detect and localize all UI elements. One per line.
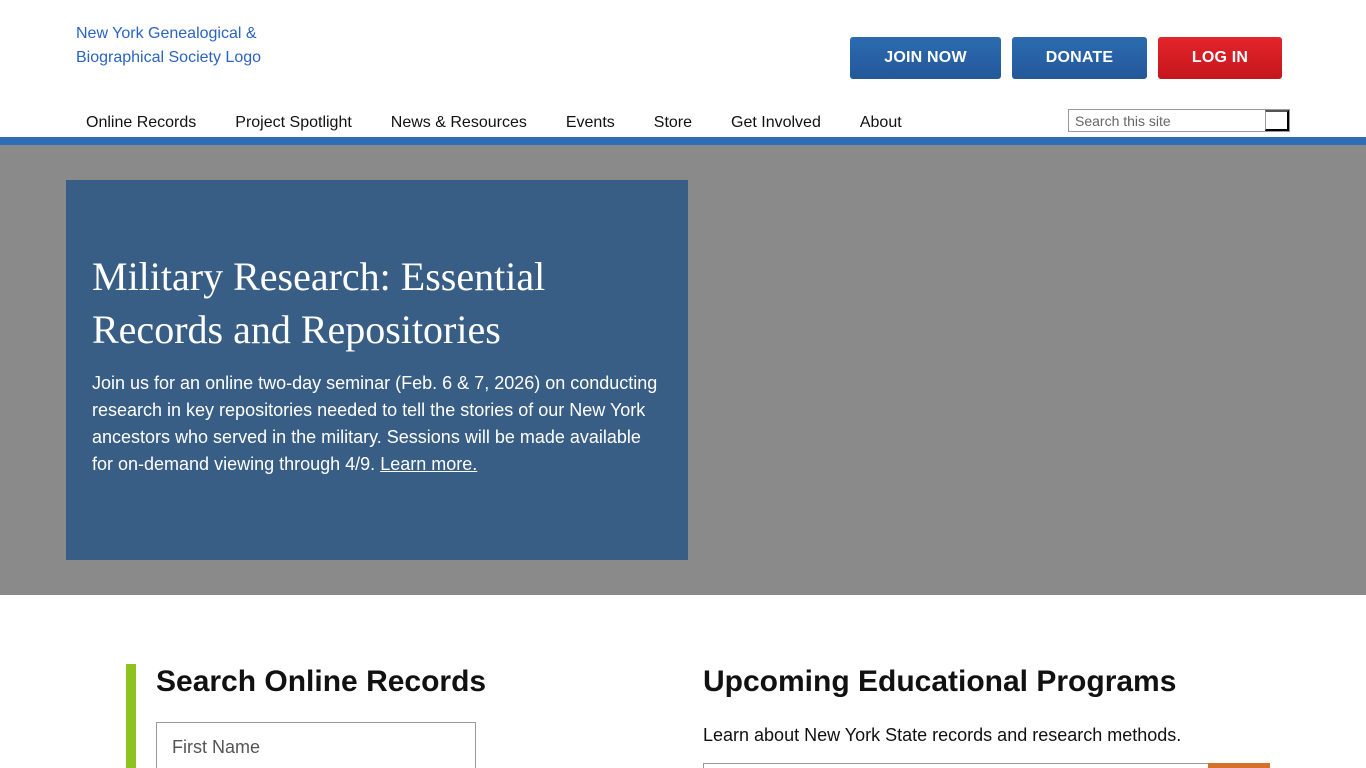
hero-text: Join us for an online two-day seminar (F…	[92, 370, 662, 478]
join-now-button[interactable]: JOIN NOW	[850, 37, 1001, 79]
site-search-submit-button[interactable]	[1265, 110, 1289, 131]
site-search-input[interactable]	[1069, 110, 1265, 131]
logo-alt-text: New York Genealogical & Biographical Soc…	[76, 25, 262, 66]
nav-project-spotlight[interactable]: Project Spotlight	[225, 113, 362, 133]
header-divider	[0, 137, 1366, 145]
main-nav: Online Records Project Spotlight News & …	[76, 113, 912, 133]
hero-title: Military Research: Essential Records and…	[92, 254, 546, 352]
site-search	[1068, 109, 1290, 132]
nav-about[interactable]: About	[850, 113, 912, 133]
hero-learn-more-link[interactable]: Learn more.	[380, 454, 477, 474]
programs-search-box[interactable]	[703, 763, 1270, 768]
header-actions: JOIN NOW DONATE LOG IN	[850, 37, 1282, 79]
site-logo[interactable]: New York Genealogical & Biographical Soc…	[76, 22, 316, 70]
programs-search-button[interactable]	[1208, 763, 1270, 768]
donate-button[interactable]: DONATE	[1012, 37, 1147, 79]
log-in-button[interactable]: LOG IN	[1158, 37, 1282, 79]
nav-online-records[interactable]: Online Records	[76, 113, 206, 133]
programs-heading: Upcoming Educational Programs	[703, 665, 1177, 698]
search-records-accent-bar	[126, 664, 136, 768]
hero-description: Join us for an online two-day seminar (F…	[92, 373, 658, 474]
hero-banner: Military Research: Essential Records and…	[0, 145, 1366, 595]
first-name-input[interactable]	[156, 722, 476, 768]
search-records-heading: Search Online Records	[156, 665, 487, 698]
programs-description: Learn about New York State records and r…	[703, 725, 1182, 745]
nav-store[interactable]: Store	[644, 113, 702, 133]
nav-news-resources[interactable]: News & Resources	[381, 113, 537, 133]
hero-card: Military Research: Essential Records and…	[66, 180, 688, 560]
nav-get-involved[interactable]: Get Involved	[721, 113, 831, 133]
nav-events[interactable]: Events	[556, 113, 625, 133]
